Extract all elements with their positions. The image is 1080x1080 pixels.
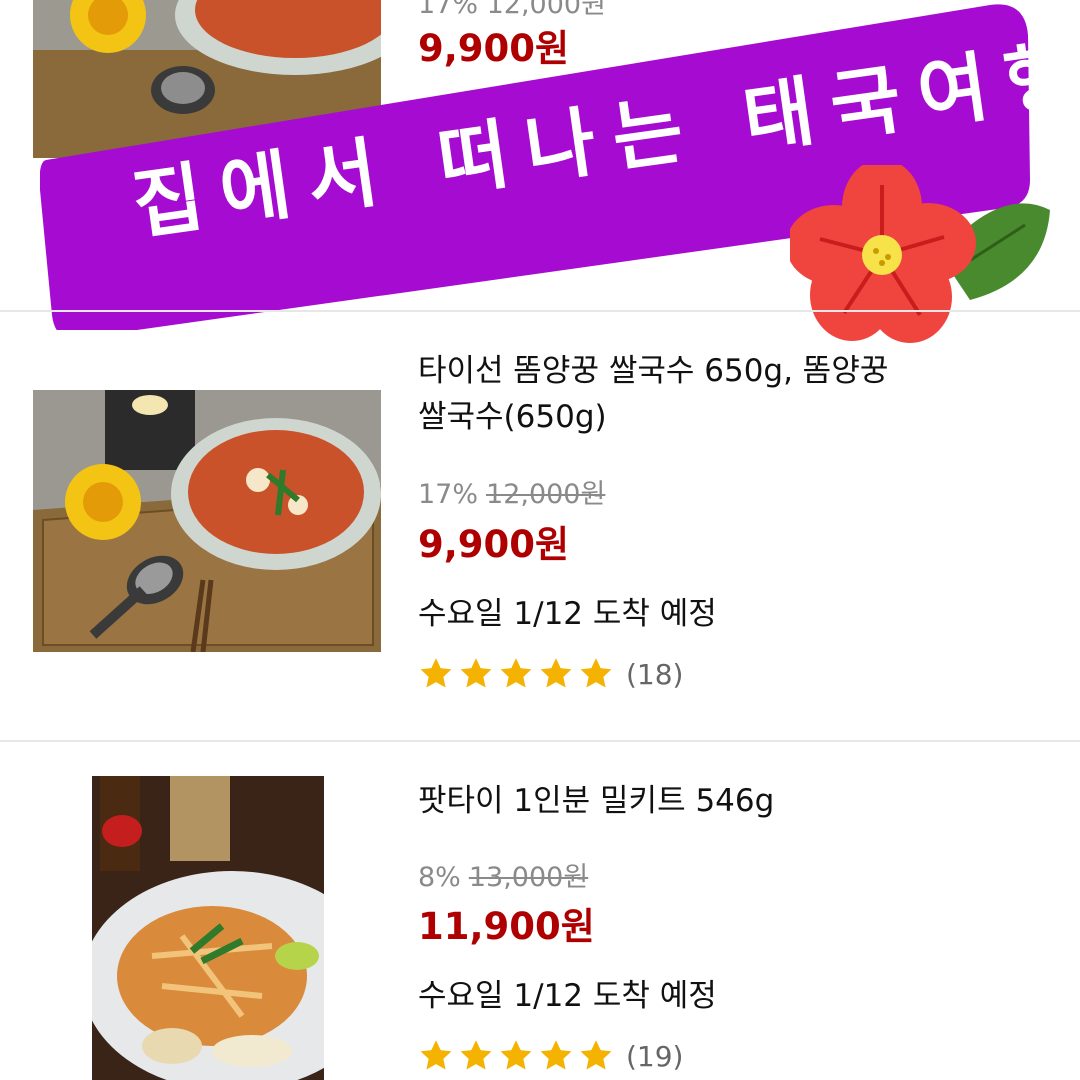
star-icon — [580, 1040, 612, 1070]
product-title[interactable]: 팟타이 1인분 밀키트 546g — [418, 778, 774, 824]
discount-row: 8% 13,000원 — [418, 855, 588, 894]
product-thumbnail[interactable] — [92, 776, 324, 1080]
product-card[interactable]: 팟타이 1인분 밀키트 546g 8% 13,000원 11,900원 수요일 1… — [0, 0, 1080, 1080]
star-icon — [460, 1040, 492, 1070]
original-price: 13,000원 — [468, 862, 589, 893]
star-icon — [500, 1040, 532, 1070]
sale-price: 11,900원 — [418, 905, 595, 948]
padthai-image — [92, 776, 324, 1080]
review-count: (19) — [626, 1039, 684, 1073]
rating: (19) — [418, 1038, 683, 1074]
star-icon — [420, 1040, 452, 1070]
discount-rate: 8% — [418, 862, 461, 893]
delivery-date: 수요일 1/12 도착 예정 — [418, 978, 717, 1014]
star-icon — [540, 1040, 572, 1070]
product-title-line1: 팟타이 1인분 밀키트 546g — [418, 783, 775, 819]
